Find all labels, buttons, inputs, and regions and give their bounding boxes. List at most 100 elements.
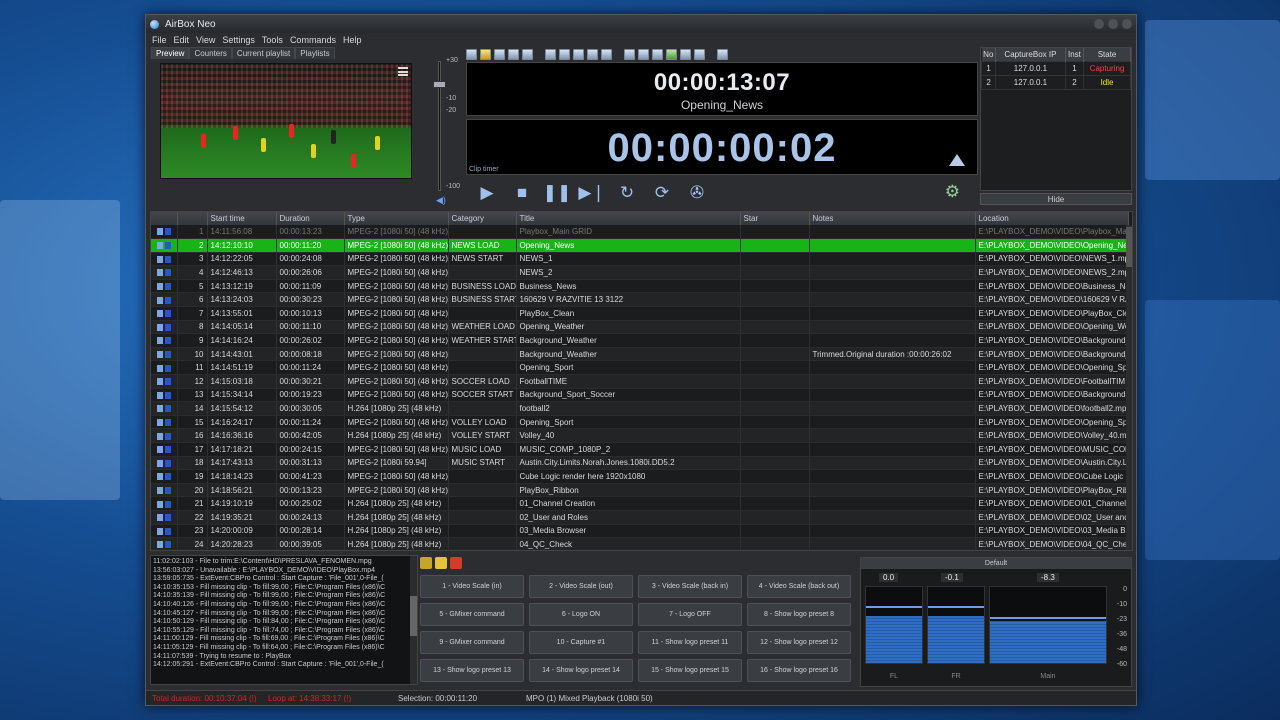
tb-list-move-icon[interactable] — [601, 48, 612, 60]
arrow-right-icon[interactable] — [450, 557, 462, 569]
playlist-row[interactable]: 19 14:18:14:23 00:00:41:23 MPEG-2 [1080i 50… — [151, 469, 1129, 484]
speaker-icon[interactable]: ◀) — [436, 195, 446, 206]
capture-col-header[interactable]: Inst — [1065, 48, 1085, 61]
reload-icon[interactable]: ↻ — [613, 181, 641, 205]
capture-col-header[interactable]: No — [981, 48, 997, 61]
pause-icon[interactable]: ❚❚ — [543, 181, 572, 205]
playlist-row[interactable]: 12 14:15:03:18 00:00:30:21 MPEG-2 [1080i 50… — [151, 374, 1129, 389]
playlist-row[interactable]: 17 14:17:18:21 00:00:24:15 MPEG-2 [1080i 50… — [151, 442, 1129, 457]
playlist-row[interactable]: 5 14:13:12:19 00:00:11:09 MPEG-2 [1080i 50]… — [151, 279, 1129, 294]
hide-button[interactable]: Hide — [980, 193, 1132, 205]
menu-help[interactable]: Help — [343, 35, 362, 45]
playlist-row[interactable]: 24 14:20:28:23 00:00:39:05 H.264 [1080p 25]… — [151, 537, 1129, 550]
film-reel-icon[interactable]: ✇ — [683, 181, 711, 205]
menu-file[interactable]: File — [152, 35, 167, 45]
row-icons[interactable] — [151, 401, 178, 416]
skip-next-icon[interactable]: ▶❘ — [578, 181, 606, 205]
playlist-row[interactable]: 23 14:20:00:09 00:00:28:14 H.264 [1080p 25]… — [151, 524, 1129, 539]
column-header[interactable]: Title — [516, 212, 741, 225]
column-header[interactable]: Type — [344, 212, 449, 225]
row-icons[interactable] — [151, 442, 178, 457]
column-header[interactable]: Location — [975, 212, 1129, 225]
row-icons[interactable] — [151, 320, 178, 335]
timer-direction-up-icon[interactable] — [949, 154, 965, 166]
command-button[interactable]: 2 - Video Scale (out) — [529, 575, 633, 598]
close-button[interactable] — [1122, 19, 1132, 29]
command-button[interactable]: 11 - Show logo preset 11 — [638, 631, 742, 654]
fader-knob[interactable] — [433, 81, 446, 88]
command-button[interactable]: 14 - Show logo preset 14 — [529, 659, 633, 682]
command-button[interactable]: 1 - Video Scale (in) — [420, 575, 524, 598]
command-button[interactable]: 3 - Video Scale (back in) — [638, 575, 742, 598]
playlist-row[interactable]: 11 14:14:51:19 00:00:11:24 MPEG-2 [1080i 50… — [151, 360, 1129, 376]
tb-disc-icon[interactable] — [652, 48, 663, 60]
row-icons[interactable] — [151, 469, 178, 484]
playlist-row[interactable]: 20 14:18:56:21 00:00:13:23 MPEG-2 [1080i 50… — [151, 483, 1129, 498]
column-header[interactable] — [177, 212, 208, 225]
tb-open-icon[interactable] — [466, 48, 477, 60]
playlist-row[interactable]: 21 14:19:10:19 00:00:25:02 H.264 [1080p 25]… — [151, 496, 1129, 511]
menu-settings[interactable]: Settings — [222, 35, 255, 45]
command-button[interactable]: 12 - Show logo preset 12 — [747, 631, 851, 654]
row-icons[interactable] — [151, 510, 178, 525]
command-button[interactable]: 10 - Capture #1 — [529, 631, 633, 654]
playlist-row[interactable]: 15 14:16:24:17 00:00:11:24 MPEG-2 [1080i 50… — [151, 415, 1129, 430]
playlist-row[interactable]: 18 14:17:43:13 00:00:31:13 MPEG-2 [1080i 59… — [151, 456, 1129, 471]
row-icons[interactable] — [151, 456, 178, 471]
menu-edit[interactable]: Edit — [174, 35, 190, 45]
column-header[interactable]: Duration — [276, 212, 345, 225]
refresh-icon[interactable]: ⟳ — [648, 181, 676, 205]
command-button[interactable]: 9 - GMixer command — [420, 631, 524, 654]
scroll-thumb[interactable] — [1126, 227, 1132, 267]
capture-col-header[interactable]: CaptureBox IP — [995, 48, 1066, 61]
playlist-row[interactable]: 2 14:12:10:10 00:00:11:20 MPEG-2 [1080i 50]… — [151, 238, 1129, 253]
tb-list-down-icon[interactable] — [587, 48, 598, 60]
menu-commands[interactable]: Commands — [290, 35, 336, 45]
command-button[interactable]: 4 - Video Scale (back out) — [747, 575, 851, 598]
column-header[interactable]: Category — [448, 212, 517, 225]
cmd-edit-icon[interactable] — [420, 557, 432, 569]
tb-page-copy-icon[interactable] — [638, 48, 649, 60]
playlist-row[interactable]: 7 14:13:55:01 00:00:10:13 MPEG-2 [1080i 50]… — [151, 306, 1129, 321]
audio-preset[interactable]: Default — [861, 558, 1131, 569]
tb-list-insert-icon[interactable] — [559, 48, 570, 60]
tb-monitor-icon[interactable] — [694, 48, 705, 60]
command-button[interactable]: 6 - Logo ON — [529, 603, 633, 626]
row-icons[interactable] — [151, 279, 178, 294]
row-icons[interactable] — [151, 238, 178, 253]
row-icons[interactable] — [151, 415, 178, 430]
tb-green-icon[interactable] — [666, 48, 677, 60]
command-button[interactable]: 5 - GMixer command — [420, 603, 524, 626]
playlist-row[interactable]: 8 14:14:05:14 00:00:11:10 MPEG-2 [1080i 50]… — [151, 320, 1129, 335]
playlist-row[interactable]: 3 14:12:22:05 00:00:24:08 MPEG-2 [1080i 50]… — [151, 252, 1129, 267]
playlist-row[interactable]: 4 14:12:46:13 00:00:26:06 MPEG-2 [1080i 50]… — [151, 265, 1129, 280]
preview-menu-icon[interactable] — [398, 67, 408, 76]
command-button[interactable]: 15 - Show logo preset 15 — [638, 659, 742, 682]
tb-check-icon[interactable] — [717, 48, 728, 60]
row-icons[interactable] — [151, 252, 178, 267]
tab-playlists[interactable]: Playlists — [295, 47, 335, 59]
row-icons[interactable] — [151, 225, 178, 240]
tb-save-icon[interactable] — [494, 48, 505, 60]
row-icons[interactable] — [151, 496, 178, 511]
command-button[interactable]: 13 - Show logo preset 13 — [420, 659, 524, 682]
row-icons[interactable] — [151, 483, 178, 498]
row-icons[interactable] — [151, 292, 178, 308]
capture-col-header[interactable]: State — [1083, 48, 1131, 61]
capture-row[interactable]: 2 127.0.0.1 2 Idle — [980, 74, 1131, 90]
column-header[interactable]: Notes — [809, 212, 976, 225]
playlist-row[interactable]: 14 14:15:54:12 00:00:30:05 H.264 [1080p 25]… — [151, 401, 1129, 416]
row-icons[interactable] — [151, 333, 178, 348]
tb-edit-icon[interactable] — [522, 48, 533, 60]
command-button[interactable]: 7 - Logo OFF — [638, 603, 742, 626]
menu-view[interactable]: View — [196, 35, 215, 45]
tb-save-as-icon[interactable] — [508, 48, 519, 60]
log-scrollbar[interactable] — [410, 556, 417, 684]
row-icons[interactable] — [151, 524, 178, 539]
command-button[interactable]: 8 - Show logo preset 8 — [747, 603, 851, 626]
command-button[interactable]: 16 - Show logo preset 16 — [747, 659, 851, 682]
tb-list-up-icon[interactable] — [573, 48, 584, 60]
playlist-row[interactable]: 9 14:14:16:24 00:00:26:02 MPEG-2 [1080i 50]… — [151, 333, 1129, 348]
tab-counters[interactable]: Counters — [189, 47, 232, 59]
tb-network-icon[interactable] — [680, 48, 691, 60]
